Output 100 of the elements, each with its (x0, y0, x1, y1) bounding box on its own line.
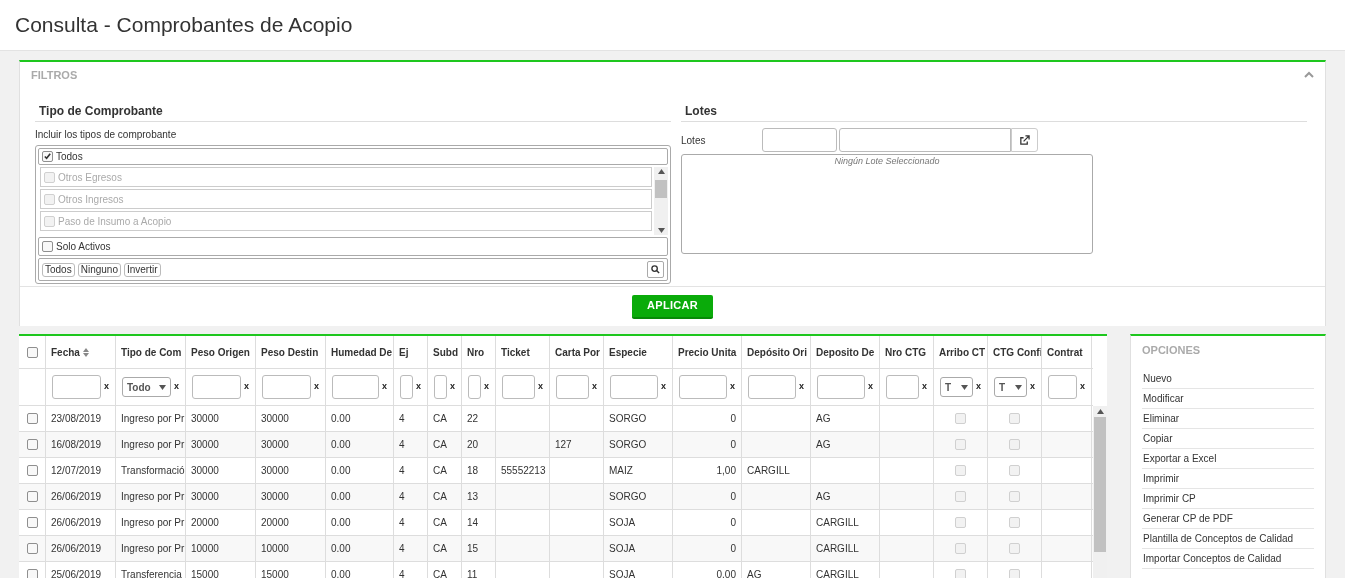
checkbox[interactable] (1009, 517, 1020, 528)
option-link[interactable]: Nuevo (1143, 370, 1172, 386)
checkbox[interactable] (26, 346, 38, 358)
checkbox[interactable] (955, 439, 966, 450)
select-button[interactable]: Todos (42, 262, 75, 277)
list-item[interactable]: Solo Activos (38, 237, 668, 256)
checkbox[interactable] (26, 569, 38, 578)
checkbox[interactable] (955, 569, 966, 578)
checkbox[interactable] (42, 241, 53, 252)
arrow-down-icon[interactable] (657, 228, 665, 233)
clear-filter[interactable]: x (314, 380, 319, 394)
filter-field[interactable] (1048, 375, 1077, 399)
clear-filter[interactable]: x (416, 380, 421, 394)
column-header[interactable]: Carta Por (550, 336, 604, 368)
option-link[interactable]: Importar Conceptos de Calidad (1143, 550, 1282, 566)
search-button[interactable] (647, 261, 664, 278)
checkbox[interactable] (26, 413, 38, 424)
sort-icon[interactable] (82, 347, 89, 357)
filter-field[interactable] (610, 375, 658, 399)
clear-filter[interactable]: x (538, 380, 543, 394)
option-link[interactable]: Eliminar (1143, 410, 1180, 426)
filter-field[interactable] (52, 375, 101, 399)
option-link[interactable]: Exportar a Excel (1143, 450, 1217, 466)
clear-filter[interactable]: x (484, 380, 489, 394)
column-header[interactable]: Subd (428, 336, 462, 368)
select-button[interactable]: Invertir (123, 262, 161, 277)
checkbox[interactable] (26, 517, 38, 528)
clear-filter[interactable]: x (976, 380, 981, 394)
filter-field[interactable] (886, 375, 919, 399)
filter-select[interactable]: T (994, 377, 1027, 397)
clear-filter[interactable]: x (382, 380, 387, 394)
column-header[interactable]: Fecha (46, 336, 116, 368)
option-link[interactable]: Imprimir CP (1143, 490, 1196, 506)
column-header[interactable]: Nro CTG (880, 336, 934, 368)
checkbox[interactable] (1009, 439, 1020, 450)
clear-filter[interactable]: x (174, 380, 179, 394)
checkbox[interactable] (42, 151, 53, 162)
column-header[interactable]: Ticket (496, 336, 550, 368)
scrollbar[interactable] (654, 167, 668, 235)
column-header[interactable]: Deposito De (811, 336, 880, 368)
checkbox[interactable] (1009, 543, 1020, 554)
checkbox[interactable] (955, 465, 966, 476)
column-header[interactable]: Arribo CT (934, 336, 988, 368)
checkbox[interactable] (955, 413, 966, 424)
clear-filter[interactable]: x (661, 380, 666, 394)
scrollbar[interactable] (1093, 406, 1107, 578)
filter-select[interactable]: Todo (122, 377, 171, 397)
option-link[interactable]: Generar CP de PDF (1143, 510, 1233, 526)
clear-filter[interactable]: x (104, 380, 109, 394)
input-field[interactable] (839, 128, 1011, 152)
arrow-up-icon[interactable] (657, 169, 665, 174)
checkbox[interactable] (1009, 465, 1020, 476)
arrow-down-icon[interactable] (961, 384, 968, 390)
column-header[interactable]: Contrat (1042, 336, 1092, 368)
arrow-down-icon[interactable] (159, 384, 166, 390)
checkbox[interactable] (26, 439, 38, 450)
filter-field[interactable] (468, 375, 481, 399)
input-field[interactable] (762, 128, 837, 152)
option-link[interactable]: Plantilla de Conceptos de Calidad (1143, 530, 1294, 546)
clear-filter[interactable]: x (922, 380, 927, 394)
checkbox[interactable] (955, 491, 966, 502)
open-link-button[interactable] (1011, 128, 1038, 152)
filter-field[interactable] (332, 375, 379, 399)
filter-field[interactable] (817, 375, 865, 399)
arrow-down-icon[interactable] (1015, 384, 1022, 390)
clear-filter[interactable]: x (1030, 380, 1035, 394)
list-item[interactable]: Todos (38, 148, 668, 165)
scroll-thumb[interactable] (655, 180, 667, 198)
filter-field[interactable] (434, 375, 447, 399)
scroll-thumb[interactable] (1094, 417, 1106, 552)
option-link[interactable]: Imprimir (1143, 470, 1180, 486)
filter-field[interactable] (679, 375, 727, 399)
clear-filter[interactable]: x (868, 380, 873, 394)
filter-field[interactable] (748, 375, 796, 399)
filter-field[interactable] (556, 375, 589, 399)
arrow-up-icon[interactable] (1096, 409, 1104, 414)
column-header[interactable]: CTG Confi (988, 336, 1042, 368)
select-button[interactable]: Ninguno (77, 262, 121, 277)
checkbox[interactable] (1009, 413, 1020, 424)
clear-filter[interactable]: x (592, 380, 597, 394)
filter-field[interactable] (192, 375, 241, 399)
chevron-up-icon[interactable] (1304, 71, 1314, 79)
column-header[interactable]: Nro (462, 336, 496, 368)
column-header[interactable]: Ej (394, 336, 428, 368)
clear-filter[interactable]: x (450, 380, 455, 394)
filter-field[interactable] (400, 375, 413, 399)
column-header[interactable]: Depósito Ori (742, 336, 811, 368)
column-header[interactable]: Especie (604, 336, 673, 368)
checkbox[interactable] (1009, 569, 1020, 578)
column-header[interactable]: Humedad De (326, 336, 394, 368)
column-header[interactable]: Peso Origen (186, 336, 256, 368)
checkbox[interactable] (955, 517, 966, 528)
clear-filter[interactable]: x (1080, 380, 1085, 394)
clear-filter[interactable]: x (730, 380, 735, 394)
checkbox[interactable] (26, 543, 38, 554)
option-link[interactable]: Modificar (1143, 390, 1184, 406)
filter-select[interactable]: T (940, 377, 973, 397)
column-header[interactable]: Tipo de Com (116, 336, 186, 368)
filter-field[interactable] (262, 375, 311, 399)
option-link[interactable]: Copiar (1143, 430, 1173, 446)
